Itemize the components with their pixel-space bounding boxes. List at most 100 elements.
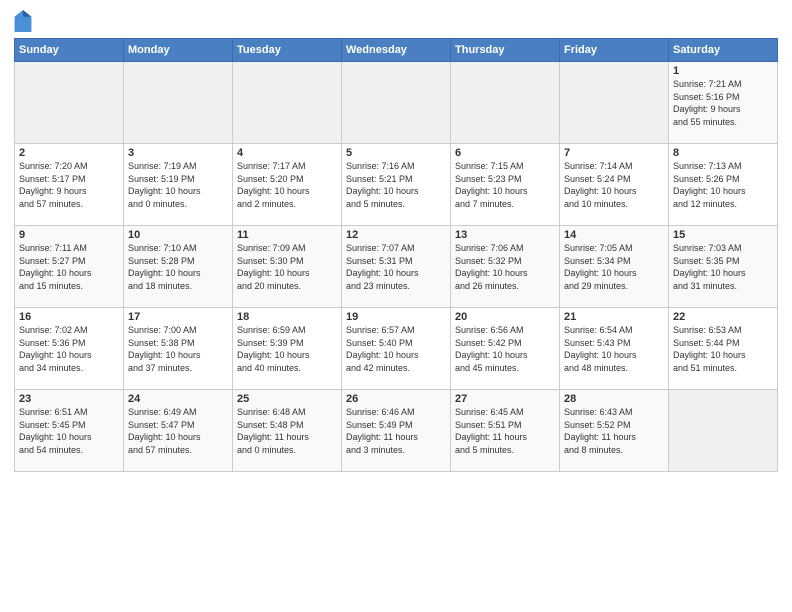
weekday-header: Wednesday xyxy=(342,39,451,62)
calendar-cell: 25Sunrise: 6:48 AM Sunset: 5:48 PM Dayli… xyxy=(233,390,342,472)
day-number: 12 xyxy=(346,229,446,241)
calendar-cell: 28Sunrise: 6:43 AM Sunset: 5:52 PM Dayli… xyxy=(560,390,669,472)
day-info: Sunrise: 6:48 AM Sunset: 5:48 PM Dayligh… xyxy=(237,406,337,456)
day-info: Sunrise: 6:57 AM Sunset: 5:40 PM Dayligh… xyxy=(346,324,446,374)
calendar-cell: 9Sunrise: 7:11 AM Sunset: 5:27 PM Daylig… xyxy=(15,226,124,308)
calendar-cell: 24Sunrise: 6:49 AM Sunset: 5:47 PM Dayli… xyxy=(124,390,233,472)
calendar-cell xyxy=(560,62,669,144)
day-info: Sunrise: 6:56 AM Sunset: 5:42 PM Dayligh… xyxy=(455,324,555,374)
calendar-cell: 17Sunrise: 7:00 AM Sunset: 5:38 PM Dayli… xyxy=(124,308,233,390)
calendar-cell: 23Sunrise: 6:51 AM Sunset: 5:45 PM Dayli… xyxy=(15,390,124,472)
day-info: Sunrise: 7:13 AM Sunset: 5:26 PM Dayligh… xyxy=(673,160,773,210)
calendar-cell xyxy=(669,390,778,472)
day-number: 18 xyxy=(237,311,337,323)
calendar-cell: 6Sunrise: 7:15 AM Sunset: 5:23 PM Daylig… xyxy=(451,144,560,226)
day-number: 14 xyxy=(564,229,664,241)
day-number: 27 xyxy=(455,393,555,405)
day-info: Sunrise: 7:21 AM Sunset: 5:16 PM Dayligh… xyxy=(673,78,773,128)
day-info: Sunrise: 6:51 AM Sunset: 5:45 PM Dayligh… xyxy=(19,406,119,456)
calendar-cell: 10Sunrise: 7:10 AM Sunset: 5:28 PM Dayli… xyxy=(124,226,233,308)
day-number: 21 xyxy=(564,311,664,323)
day-info: Sunrise: 7:15 AM Sunset: 5:23 PM Dayligh… xyxy=(455,160,555,210)
weekday-header: Monday xyxy=(124,39,233,62)
calendar-cell: 14Sunrise: 7:05 AM Sunset: 5:34 PM Dayli… xyxy=(560,226,669,308)
day-number: 13 xyxy=(455,229,555,241)
weekday-header: Tuesday xyxy=(233,39,342,62)
day-number: 9 xyxy=(19,229,119,241)
calendar-cell: 8Sunrise: 7:13 AM Sunset: 5:26 PM Daylig… xyxy=(669,144,778,226)
calendar-week: 2Sunrise: 7:20 AM Sunset: 5:17 PM Daylig… xyxy=(15,144,778,226)
calendar-cell: 7Sunrise: 7:14 AM Sunset: 5:24 PM Daylig… xyxy=(560,144,669,226)
day-number: 19 xyxy=(346,311,446,323)
day-number: 16 xyxy=(19,311,119,323)
calendar-cell: 22Sunrise: 6:53 AM Sunset: 5:44 PM Dayli… xyxy=(669,308,778,390)
day-number: 10 xyxy=(128,229,228,241)
day-number: 15 xyxy=(673,229,773,241)
calendar-week: 9Sunrise: 7:11 AM Sunset: 5:27 PM Daylig… xyxy=(15,226,778,308)
header xyxy=(14,10,778,32)
day-info: Sunrise: 6:43 AM Sunset: 5:52 PM Dayligh… xyxy=(564,406,664,456)
weekday-header: Sunday xyxy=(15,39,124,62)
calendar-cell xyxy=(342,62,451,144)
calendar-cell: 27Sunrise: 6:45 AM Sunset: 5:51 PM Dayli… xyxy=(451,390,560,472)
day-info: Sunrise: 7:00 AM Sunset: 5:38 PM Dayligh… xyxy=(128,324,228,374)
calendar-cell: 5Sunrise: 7:16 AM Sunset: 5:21 PM Daylig… xyxy=(342,144,451,226)
logo-icon xyxy=(14,10,32,32)
day-info: Sunrise: 6:46 AM Sunset: 5:49 PM Dayligh… xyxy=(346,406,446,456)
day-info: Sunrise: 7:14 AM Sunset: 5:24 PM Dayligh… xyxy=(564,160,664,210)
day-info: Sunrise: 7:07 AM Sunset: 5:31 PM Dayligh… xyxy=(346,242,446,292)
calendar-body: 1Sunrise: 7:21 AM Sunset: 5:16 PM Daylig… xyxy=(15,62,778,472)
day-number: 3 xyxy=(128,147,228,159)
weekday-row: SundayMondayTuesdayWednesdayThursdayFrid… xyxy=(15,39,778,62)
calendar-cell: 18Sunrise: 6:59 AM Sunset: 5:39 PM Dayli… xyxy=(233,308,342,390)
calendar-week: 1Sunrise: 7:21 AM Sunset: 5:16 PM Daylig… xyxy=(15,62,778,144)
weekday-header: Thursday xyxy=(451,39,560,62)
calendar-cell: 13Sunrise: 7:06 AM Sunset: 5:32 PM Dayli… xyxy=(451,226,560,308)
calendar-cell: 12Sunrise: 7:07 AM Sunset: 5:31 PM Dayli… xyxy=(342,226,451,308)
day-info: Sunrise: 7:19 AM Sunset: 5:19 PM Dayligh… xyxy=(128,160,228,210)
logo xyxy=(14,10,36,32)
calendar-header: SundayMondayTuesdayWednesdayThursdayFrid… xyxy=(15,39,778,62)
day-number: 7 xyxy=(564,147,664,159)
calendar-cell xyxy=(124,62,233,144)
day-number: 28 xyxy=(564,393,664,405)
day-number: 20 xyxy=(455,311,555,323)
weekday-header: Friday xyxy=(560,39,669,62)
calendar-cell: 16Sunrise: 7:02 AM Sunset: 5:36 PM Dayli… xyxy=(15,308,124,390)
day-info: Sunrise: 6:53 AM Sunset: 5:44 PM Dayligh… xyxy=(673,324,773,374)
calendar-cell: 11Sunrise: 7:09 AM Sunset: 5:30 PM Dayli… xyxy=(233,226,342,308)
day-info: Sunrise: 7:05 AM Sunset: 5:34 PM Dayligh… xyxy=(564,242,664,292)
day-number: 25 xyxy=(237,393,337,405)
day-info: Sunrise: 7:16 AM Sunset: 5:21 PM Dayligh… xyxy=(346,160,446,210)
calendar-cell: 21Sunrise: 6:54 AM Sunset: 5:43 PM Dayli… xyxy=(560,308,669,390)
day-info: Sunrise: 6:45 AM Sunset: 5:51 PM Dayligh… xyxy=(455,406,555,456)
calendar-cell xyxy=(451,62,560,144)
calendar-cell: 20Sunrise: 6:56 AM Sunset: 5:42 PM Dayli… xyxy=(451,308,560,390)
day-info: Sunrise: 6:49 AM Sunset: 5:47 PM Dayligh… xyxy=(128,406,228,456)
calendar-cell: 4Sunrise: 7:17 AM Sunset: 5:20 PM Daylig… xyxy=(233,144,342,226)
day-number: 17 xyxy=(128,311,228,323)
day-info: Sunrise: 6:54 AM Sunset: 5:43 PM Dayligh… xyxy=(564,324,664,374)
weekday-header: Saturday xyxy=(669,39,778,62)
calendar-cell: 19Sunrise: 6:57 AM Sunset: 5:40 PM Dayli… xyxy=(342,308,451,390)
day-info: Sunrise: 7:20 AM Sunset: 5:17 PM Dayligh… xyxy=(19,160,119,210)
calendar-cell: 26Sunrise: 6:46 AM Sunset: 5:49 PM Dayli… xyxy=(342,390,451,472)
calendar-cell: 1Sunrise: 7:21 AM Sunset: 5:16 PM Daylig… xyxy=(669,62,778,144)
day-info: Sunrise: 7:02 AM Sunset: 5:36 PM Dayligh… xyxy=(19,324,119,374)
day-info: Sunrise: 7:17 AM Sunset: 5:20 PM Dayligh… xyxy=(237,160,337,210)
day-number: 2 xyxy=(19,147,119,159)
page: SundayMondayTuesdayWednesdayThursdayFrid… xyxy=(0,0,792,612)
day-info: Sunrise: 7:11 AM Sunset: 5:27 PM Dayligh… xyxy=(19,242,119,292)
calendar-week: 16Sunrise: 7:02 AM Sunset: 5:36 PM Dayli… xyxy=(15,308,778,390)
day-number: 6 xyxy=(455,147,555,159)
day-number: 26 xyxy=(346,393,446,405)
day-info: Sunrise: 7:03 AM Sunset: 5:35 PM Dayligh… xyxy=(673,242,773,292)
calendar-cell xyxy=(15,62,124,144)
day-info: Sunrise: 7:09 AM Sunset: 5:30 PM Dayligh… xyxy=(237,242,337,292)
day-info: Sunrise: 7:10 AM Sunset: 5:28 PM Dayligh… xyxy=(128,242,228,292)
calendar-week: 23Sunrise: 6:51 AM Sunset: 5:45 PM Dayli… xyxy=(15,390,778,472)
day-number: 24 xyxy=(128,393,228,405)
calendar-cell xyxy=(233,62,342,144)
day-number: 4 xyxy=(237,147,337,159)
day-info: Sunrise: 7:06 AM Sunset: 5:32 PM Dayligh… xyxy=(455,242,555,292)
